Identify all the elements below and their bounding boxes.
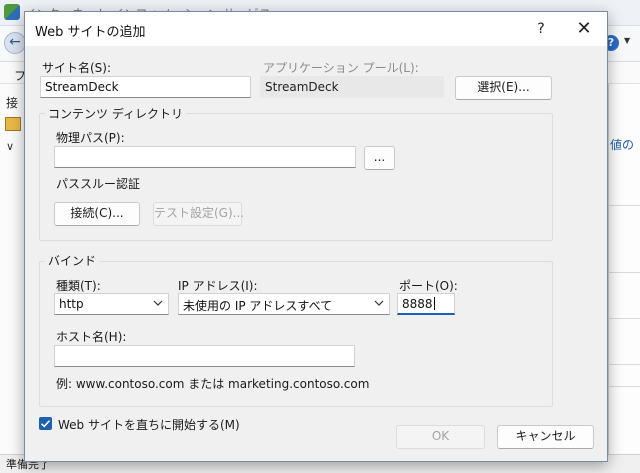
ip-address-value: 未使用の IP アドレスすべて [183, 299, 333, 313]
app-icon [4, 4, 20, 20]
folder-icon[interactable] [5, 117, 21, 131]
actions-divider [608, 272, 640, 273]
port-label: ポート(O): [399, 279, 458, 293]
passthrough-auth-label: パススルー認証 [56, 177, 141, 191]
chevron-down-icon [153, 300, 163, 306]
ip-address-select[interactable]: 未使用の IP アドレスすべて [178, 293, 390, 315]
connections-tab[interactable]: 接 [6, 94, 18, 111]
chevron-down-icon[interactable]: ∨ [6, 140, 14, 153]
start-immediately-label[interactable]: Web サイトを直ちに開始する(M) [58, 416, 240, 433]
text-caret [433, 297, 435, 310]
app-pool-field: StreamDeck [260, 76, 444, 98]
binding-type-value: http [59, 297, 84, 311]
actions-divider [608, 386, 640, 387]
binding-title: バインド [45, 252, 100, 269]
actions-divider [608, 318, 640, 319]
connect-as-button[interactable]: 接続(C)... [54, 202, 140, 226]
physical-path-input[interactable] [54, 146, 356, 168]
ok-button: OK [396, 425, 485, 449]
host-name-label: ホスト名(H): [56, 330, 127, 344]
close-icon[interactable]: ✕ [571, 16, 597, 42]
site-name-label: サイト名(S): [42, 61, 112, 75]
test-settings-button: テスト設定(G)... [153, 202, 244, 226]
checkmark-icon [40, 420, 51, 428]
chevron-down-icon [374, 300, 384, 306]
binding-type-select[interactable]: http [54, 293, 169, 315]
actions-divider [608, 205, 640, 206]
add-website-dialog: Web サイトの追加 ? ✕ サイト名(S): StreamDeck アプリケー… [24, 11, 608, 462]
app-pool-label: アプリケーション プール(L): [263, 61, 419, 75]
back-arrow-icon[interactable]: ← [4, 32, 26, 54]
chevron-down-icon[interactable]: ▼ [624, 36, 630, 45]
host-name-example: 例: www.contoso.com または marketing.contoso… [56, 377, 370, 391]
start-immediately-checkbox[interactable] [39, 417, 52, 430]
port-input[interactable]: 8888 [397, 293, 455, 315]
actions-divider [608, 364, 640, 365]
help-button[interactable]: ? [528, 16, 554, 42]
dialog-title: Web サイトの追加 [35, 25, 146, 40]
content-directory-title: コンテンツ ディレクトリ [45, 105, 186, 122]
select-app-pool-button[interactable]: 選択(E)... [455, 76, 552, 100]
browse-button[interactable]: ... [364, 146, 395, 170]
port-value: 8888 [402, 297, 433, 311]
cancel-button[interactable]: キャンセル [497, 425, 594, 449]
actions-link[interactable]: 値の [610, 136, 634, 153]
host-name-input[interactable] [54, 345, 355, 367]
binding-type-label: 種類(T): [56, 279, 101, 293]
ip-address-label: IP アドレス(I): [178, 279, 258, 293]
site-name-input[interactable]: StreamDeck [40, 76, 251, 98]
physical-path-label: 物理パス(P): [56, 131, 125, 145]
